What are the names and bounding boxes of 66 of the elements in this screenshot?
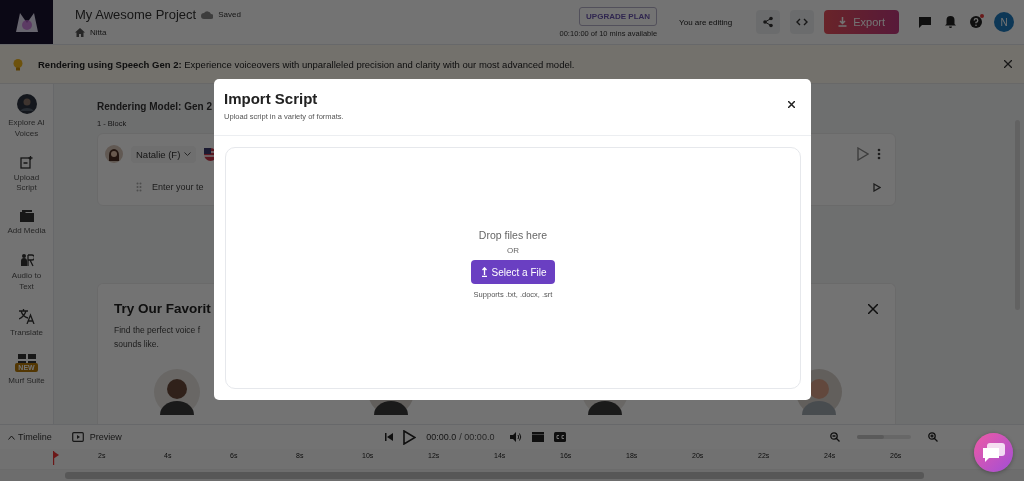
speech-to-text-icon[interactable] <box>19 253 34 267</box>
promo-text: sounds like. <box>114 338 160 351</box>
sidebar-item-label[interactable]: Audio to Text <box>4 271 49 293</box>
home-icon[interactable] <box>75 28 85 37</box>
promo-text: Find the perfect voice f <box>114 324 201 337</box>
voice-avatar[interactable] <box>16 94 37 114</box>
monitor-play-icon[interactable] <box>71 432 84 442</box>
preview-button[interactable]: Preview <box>71 432 122 442</box>
zoom-out-icon[interactable] <box>830 432 840 442</box>
upgrade-button[interactable]: UPGRADE PLAN <box>579 6 658 26</box>
cloud-icon <box>201 10 214 19</box>
captions-icon[interactable] <box>554 432 567 442</box>
skip-back-icon[interactable] <box>385 433 394 441</box>
script-input[interactable]: Enter your te <box>150 181 212 193</box>
more-icon[interactable] <box>877 148 881 160</box>
help-icon[interactable] <box>970 16 982 28</box>
export-button[interactable]: Export <box>824 10 899 34</box>
banner-text: Rendering using Speech Gen 2: Experience voiceovers with unparalleled precision and clarity with our most advanced model. <box>38 58 575 70</box>
dialog-title: Import Script <box>224 90 319 107</box>
timeline-toggle[interactable]: Timeline <box>8 432 52 442</box>
chat-bubbles-icon[interactable] <box>982 442 1005 463</box>
total-duration: / 00:00.0 <box>459 432 495 442</box>
embed-button[interactable] <box>790 10 815 34</box>
chat-icon[interactable] <box>919 16 931 28</box>
volume-icon[interactable] <box>510 432 523 442</box>
caret-icon[interactable] <box>8 434 15 440</box>
play-icon[interactable] <box>403 429 417 445</box>
caret-icon[interactable] <box>184 151 192 157</box>
editing-status: You are editing <box>679 17 733 27</box>
bulb-icon <box>12 57 24 71</box>
save-status: Saved <box>218 10 241 19</box>
bell-icon[interactable] <box>945 16 956 28</box>
clapperboard-icon[interactable] <box>532 432 545 442</box>
folder-icon[interactable] <box>19 210 34 223</box>
sidebar-item-label[interactable]: Murf Suite <box>4 376 49 388</box>
sidebar-item-label[interactable]: Explore AI Voices <box>4 118 49 140</box>
logo-icon[interactable] <box>0 0 53 44</box>
project-title[interactable]: My Awesome Project <box>75 7 197 22</box>
download-icon[interactable] <box>838 17 848 27</box>
sidebar-item-label[interactable]: Add Media <box>4 226 49 237</box>
promo-title: Try Our Favorit <box>114 301 211 316</box>
select-file-button[interactable]: Select a File <box>471 260 555 284</box>
share-button[interactable] <box>756 10 781 34</box>
close-icon[interactable] <box>868 303 878 314</box>
breadcrumb-link[interactable]: Nitta <box>90 28 107 37</box>
play-icon[interactable] <box>857 147 869 161</box>
or-text: OR <box>507 246 519 255</box>
document-plus-icon[interactable] <box>20 155 33 169</box>
sidebar-item-label[interactable]: Upload Script <box>4 172 49 195</box>
current-time: 00:00.0 <box>426 432 457 442</box>
translate-icon[interactable] <box>18 308 35 324</box>
drop-text: Drop files here <box>478 229 548 241</box>
rendering-model-dropdown[interactable]: Rendering Model: Gen 2 <box>97 101 212 112</box>
upload-icon[interactable] <box>482 267 488 277</box>
close-icon[interactable] <box>1004 60 1012 68</box>
user-avatar[interactable]: N <box>994 12 1014 32</box>
close-button[interactable] <box>785 98 797 110</box>
voice-dropdown[interactable]: Natalie (F) <box>131 145 197 163</box>
voice-avatar <box>105 145 123 163</box>
code-icon[interactable] <box>796 17 809 27</box>
sidebar-item-label[interactable]: Translate <box>4 327 49 339</box>
drag-handle-icon[interactable] <box>136 182 142 192</box>
share-icon[interactable] <box>762 16 775 28</box>
playhead-icon[interactable] <box>53 451 59 465</box>
play-icon[interactable] <box>873 182 881 192</box>
zoom-in-icon[interactable] <box>928 432 938 442</box>
